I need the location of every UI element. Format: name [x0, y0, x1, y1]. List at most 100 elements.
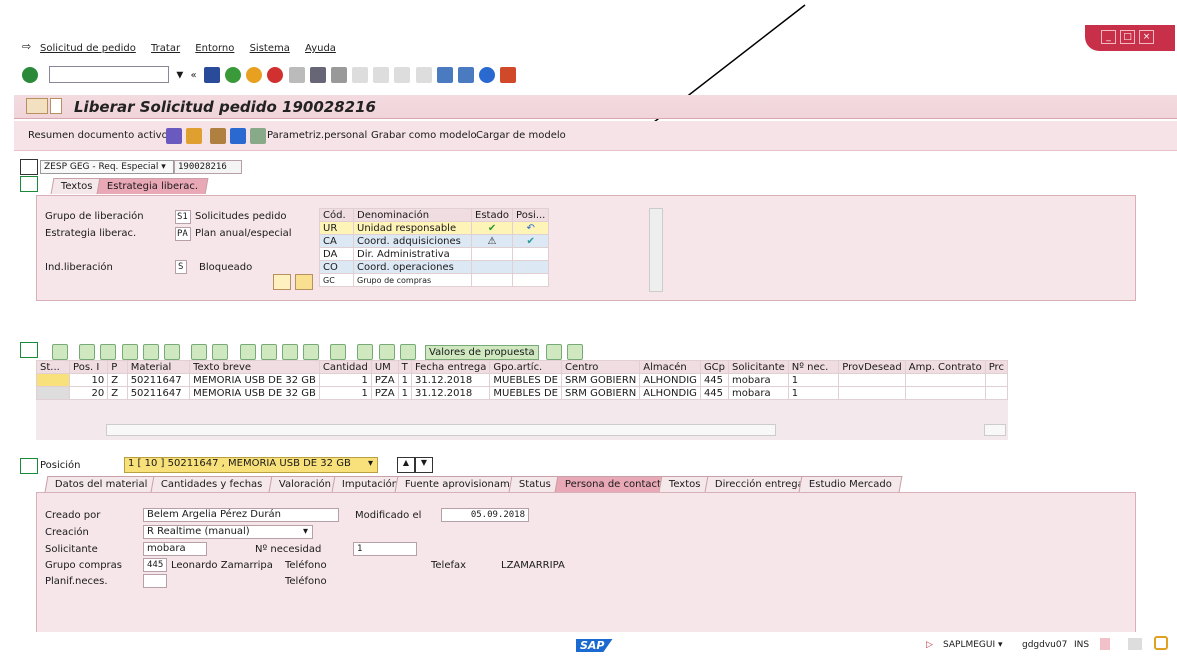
resumen-button[interactable]: Resumen documento activo: [28, 130, 168, 141]
menu-bar: ⇨ Solicitud de pedido Tratar Entorno Sis…: [0, 35, 1177, 61]
dropdown-icon[interactable]: ▼: [176, 71, 183, 81]
shortcut-icon[interactable]: [458, 66, 475, 83]
table-row[interactable]: 10 Z 50211647 MEMORIA USB DE 32 GB 1 PZA…: [36, 373, 1008, 387]
table-row[interactable]: UR Unidad responsable ✔ ↶: [319, 221, 550, 235]
menu-entorno[interactable]: Entorno: [195, 43, 234, 54]
exit-icon[interactable]: [246, 66, 263, 83]
extra-icon[interactable]: [545, 344, 562, 360]
estrategia-code: PA: [175, 227, 191, 241]
items-hscrollbar[interactable]: [106, 424, 776, 436]
cancel-icon[interactable]: [267, 66, 284, 83]
expand-header-icon[interactable]: [20, 176, 38, 192]
menu-tratar[interactable]: Tratar: [151, 43, 180, 54]
layout-icon[interactable]: [500, 66, 517, 83]
find-next-icon[interactable]: [330, 66, 347, 83]
standard-toolbar: ▼ «: [0, 62, 1177, 86]
print-icon[interactable]: [288, 66, 305, 83]
table-row[interactable]: DA Dir. Administrativa: [319, 247, 550, 261]
toggle-icon[interactable]: [166, 128, 182, 144]
status-program[interactable]: SAPLMEGUI ▾: [943, 640, 1003, 650]
find-icon[interactable]: [309, 66, 326, 83]
valores-propuesta-button[interactable]: Valores de propuesta: [425, 344, 539, 360]
extra2-icon[interactable]: [567, 344, 584, 360]
enter-icon[interactable]: [22, 66, 38, 83]
release-scrollbar[interactable]: [649, 208, 663, 292]
posicion-select[interactable]: 1 [ 10 ] 50211647 , MEMORIA USB DE 32 GB…: [124, 457, 378, 473]
doc-type-select[interactable]: ZESP GEG - Req. Especial ▾: [40, 160, 174, 174]
table-row[interactable]: 20 Z 50211647 MEMORIA USB DE 32 GB 1 PZA…: [36, 386, 1008, 400]
next-page-icon[interactable]: [394, 66, 411, 83]
tab-estudio[interactable]: Estudio Mercado: [798, 476, 903, 492]
maximize-icon[interactable]: □: [1120, 30, 1135, 44]
grabar-modelo-button[interactable]: Grabar como modelo: [371, 130, 477, 141]
view-icon[interactable]: [281, 344, 298, 360]
sort-asc-icon[interactable]: [79, 344, 96, 360]
table-row[interactable]: CO Coord. operaciones: [319, 260, 550, 274]
filter-icon[interactable]: [163, 344, 180, 360]
other-doc-icon[interactable]: [186, 128, 202, 144]
subtotal-icon[interactable]: [212, 344, 229, 360]
tab-textos[interactable]: Textos: [658, 476, 711, 492]
prev-page-icon[interactable]: [373, 66, 390, 83]
creacion-select[interactable]: R Realtime (manual) ▾: [143, 525, 313, 539]
release-reset-icon[interactable]: [273, 274, 291, 290]
status-mode[interactable]: INS: [1074, 640, 1089, 650]
first-page-icon[interactable]: [352, 66, 369, 83]
tab-textos-top[interactable]: Textos: [50, 178, 103, 194]
export-icon[interactable]: [260, 344, 277, 360]
row-selector[interactable]: [36, 386, 71, 400]
menu-sistema[interactable]: Sistema: [250, 43, 290, 54]
table-row[interactable]: CA Coord. adquisiciones ⚠ ✔: [319, 234, 550, 248]
print-items-icon[interactable]: [239, 344, 256, 360]
status-play-icon[interactable]: ▷: [926, 640, 933, 650]
row-selector[interactable]: [36, 373, 71, 387]
delete-items-icon[interactable]: [399, 344, 416, 360]
tab-cantidades[interactable]: Cantidades y fechas: [150, 476, 273, 492]
release-icon[interactable]: ✔: [512, 234, 550, 248]
grupo-compras-name: Leonardo Zamarripa: [171, 560, 273, 571]
hold-icon[interactable]: [210, 128, 226, 144]
tab-estrategia[interactable]: Estrategia liberac.: [96, 178, 209, 194]
sum-icon[interactable]: [191, 344, 208, 360]
details-icon[interactable]: [52, 344, 68, 360]
find-items-icon[interactable]: [121, 344, 138, 360]
copy-icon[interactable]: [357, 344, 374, 360]
find-next-items-icon[interactable]: [142, 344, 159, 360]
layout-items-icon[interactable]: [303, 344, 320, 360]
expand-items-icon[interactable]: [20, 342, 38, 358]
tab-valoracion[interactable]: Valoración: [268, 476, 342, 492]
lock-icon[interactable]: [1154, 636, 1168, 650]
help-icon[interactable]: [479, 66, 496, 83]
minimize-icon[interactable]: _: [1101, 30, 1116, 44]
items-hscrollbar-right[interactable]: [984, 424, 1006, 436]
history-icon[interactable]: «: [190, 70, 196, 81]
next-item-icon[interactable]: ▼: [415, 457, 433, 473]
command-field[interactable]: [49, 66, 170, 83]
menu-ayuda[interactable]: Ayuda: [305, 43, 336, 54]
personal-settings-icon[interactable]: [250, 128, 266, 144]
info-icon[interactable]: [230, 128, 246, 144]
back-icon[interactable]: [224, 66, 241, 83]
menu-icon[interactable]: ⇨: [22, 40, 31, 53]
last-page-icon[interactable]: [415, 66, 432, 83]
close-icon[interactable]: ×: [1139, 30, 1154, 44]
doc-number-field[interactable]: 190028216: [174, 160, 242, 174]
sort-desc-icon[interactable]: [100, 344, 117, 360]
parametriz-button[interactable]: Parametriz.personal: [267, 130, 367, 141]
tab-direccion[interactable]: Dirección entrega: [704, 476, 815, 492]
new-session-icon[interactable]: [436, 66, 453, 83]
undo-icon[interactable]: ↶: [512, 221, 550, 235]
tab-fuente[interactable]: Fuente aprovisionam.: [394, 476, 524, 492]
paste-icon[interactable]: [378, 344, 395, 360]
table-row[interactable]: GC Grupo de compras: [319, 273, 550, 287]
save-icon[interactable]: [203, 66, 220, 83]
prev-item-icon[interactable]: ▲: [397, 457, 415, 473]
info-items-icon[interactable]: [330, 344, 347, 360]
expand-item-detail-icon[interactable]: [20, 458, 38, 474]
cargar-modelo-button[interactable]: Cargar de modelo: [476, 130, 566, 141]
release-save-icon[interactable]: [295, 274, 313, 290]
menu-solicitud[interactable]: Solicitud de pedido: [40, 43, 136, 54]
tab-datos-material[interactable]: Datos del material: [44, 476, 158, 492]
solicitante-field: mobara: [143, 542, 207, 556]
tab-status[interactable]: Status: [508, 476, 562, 492]
